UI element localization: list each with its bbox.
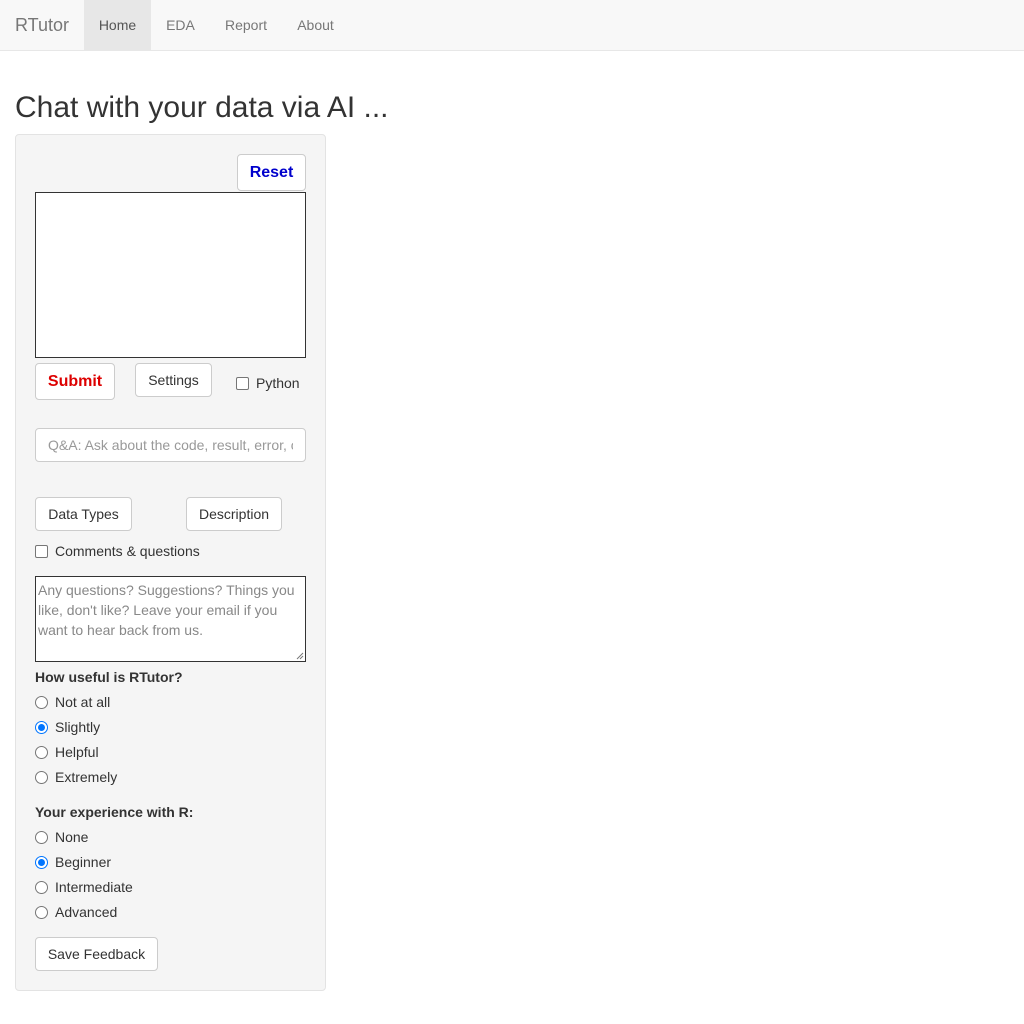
experience-question: Your experience with R: [35,804,194,820]
usefulness-option-label: Not at all [55,694,111,710]
usefulness-radio-not-at-all[interactable] [35,696,48,709]
save-feedback-button[interactable]: Save Feedback [35,937,158,971]
usefulness-option-label: Helpful [55,744,99,760]
experience-radio-none[interactable] [35,831,48,844]
usefulness-radio-helpful[interactable] [35,746,48,759]
comments-textarea[interactable]: Any questions? Suggestions? Things you l… [35,576,306,662]
python-label: Python [256,375,300,391]
brand-name[interactable]: RTutor [15,15,69,35]
usefulness-radio-extremely[interactable] [35,771,48,784]
tab-home[interactable]: Home [84,0,151,50]
experience-radio-intermediate[interactable] [35,881,48,894]
data-types-button[interactable]: Data Types [35,497,132,531]
experience-radio-advanced[interactable] [35,906,48,919]
experience-radio-beginner[interactable] [35,856,48,869]
settings-button[interactable]: Settings [135,363,212,397]
comments-placeholder: Any questions? Suggestions? Things you l… [38,582,295,638]
experience-option-label: Advanced [55,904,118,920]
tab-about[interactable]: About [282,0,349,50]
usefulness-question: How useful is RTutor? [35,669,183,685]
top-navbar: RTutor Home EDA Report About [0,0,1024,51]
prompt-textarea[interactable] [35,192,306,358]
usefulness-radio-slightly[interactable] [35,721,48,734]
usefulness-option-label: Slightly [55,719,101,735]
experience-option-label: None [55,829,89,845]
comments-label: Comments & questions [55,543,200,559]
input-panel: Reset Submit Settings Python Data Types … [15,134,326,991]
python-checkbox[interactable] [236,377,249,390]
qa-input[interactable] [35,428,306,462]
reset-button[interactable]: Reset [237,154,306,191]
experience-option-label: Beginner [55,854,112,870]
page-title: Chat with your data via AI ... [15,91,389,124]
experience-option-label: Intermediate [55,879,133,895]
submit-button[interactable]: Submit [35,363,115,400]
comments-checkbox[interactable] [35,545,48,558]
usefulness-option-label: Extremely [55,769,118,785]
resize-grip-icon[interactable] [296,652,304,660]
description-button[interactable]: Description [186,497,282,531]
tab-eda[interactable]: EDA [151,0,210,50]
tab-report[interactable]: Report [210,0,282,50]
